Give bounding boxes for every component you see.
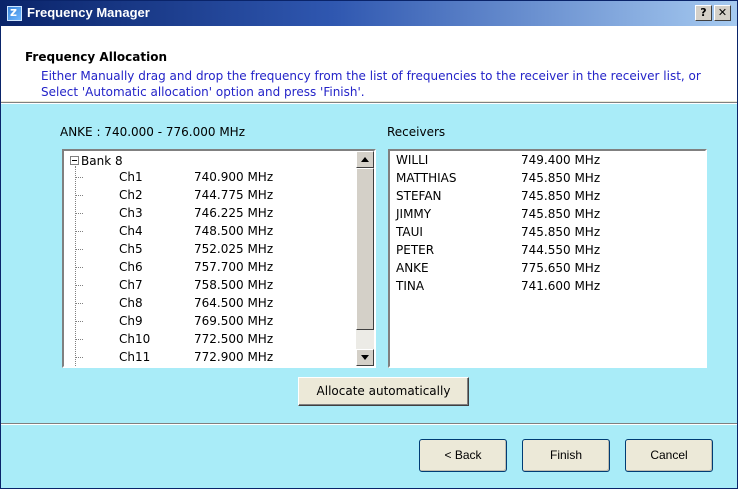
tree-connector <box>75 357 83 358</box>
bank-label: Bank 8 <box>81 154 123 168</box>
arrow-up-icon <box>361 157 369 162</box>
frequency-manager-dialog: z Frequency Manager ? ✕ Frequency Alloca… <box>0 0 738 489</box>
tree-connector <box>75 213 83 214</box>
channel-name: Ch10 <box>119 332 151 346</box>
channel-name: Ch3 <box>119 206 143 220</box>
cancel-button[interactable]: Cancel <box>625 439 713 472</box>
main-panel: ANKE : 740.000 - 776.000 MHz Receivers B… <box>1 104 737 423</box>
channel-frequency: 764.500 MHz <box>194 296 274 310</box>
tree-connector <box>75 339 83 340</box>
scroll-thumb[interactable] <box>356 168 374 330</box>
tree-connector <box>75 195 83 196</box>
allocate-automatically-button[interactable]: Allocate automatically <box>298 377 469 406</box>
frequency-tree-content: Bank 8 Ch1 740.900 MHz Ch2 744.775 MHz Ch3 74… <box>64 151 356 366</box>
receiver-frequency: 741.600 MHz <box>521 279 601 293</box>
receivers-label: Receivers <box>387 125 446 139</box>
channel-frequency: 744.775 MHz <box>194 188 274 202</box>
receiver-frequency: 745.850 MHz <box>521 171 601 185</box>
receiver-name: TINA <box>396 279 425 293</box>
frequency-tree[interactable]: Bank 8 Ch1 740.900 MHz Ch2 744.775 MHz Ch3 74… <box>62 149 376 368</box>
window-edge <box>738 0 745 495</box>
receiver-frequency: 745.850 MHz <box>521 189 601 203</box>
receiver-frequency: 744.550 MHz <box>521 243 601 257</box>
channel-frequency: 772.500 MHz <box>194 332 274 346</box>
frequency-range-label: ANKE : 740.000 - 776.000 MHz <box>60 125 246 139</box>
receiver-name: PETER <box>396 243 435 257</box>
window-title: Frequency Manager <box>27 5 150 20</box>
tree-connector <box>75 303 83 304</box>
channel-name: Ch5 <box>119 242 143 256</box>
receiver-frequency: 749.400 MHz <box>521 153 601 167</box>
scroll-up-button[interactable] <box>356 151 374 168</box>
channel-name: Ch9 <box>119 314 143 328</box>
help-button[interactable]: ? <box>695 5 712 21</box>
tree-connector <box>75 166 76 366</box>
scroll-down-button[interactable] <box>356 349 374 366</box>
receiver-frequency: 745.850 MHz <box>521 225 601 239</box>
channel-name: Ch2 <box>119 188 143 202</box>
close-button[interactable]: ✕ <box>714 5 731 21</box>
channel-frequency: 740.900 MHz <box>194 170 274 184</box>
tree-bank-node[interactable]: Bank 8 <box>70 153 123 169</box>
channel-frequency: 769.500 MHz <box>194 314 274 328</box>
finish-button[interactable]: Finish <box>522 439 610 472</box>
collapse-icon[interactable] <box>70 156 79 165</box>
channel-name: Ch11 <box>119 350 151 364</box>
channel-name: Ch8 <box>119 296 143 310</box>
channel-frequency: 757.700 MHz <box>194 260 274 274</box>
receiver-name: JIMMY <box>396 207 432 221</box>
page-description: Either Manually drag and drop the freque… <box>41 69 701 99</box>
channel-frequency: 746.225 MHz <box>194 206 274 220</box>
page-title: Frequency Allocation <box>25 50 168 64</box>
channel-frequency: 758.500 MHz <box>194 278 274 292</box>
frequency-tree-scrollbar[interactable] <box>356 151 374 366</box>
back-button[interactable]: < Back <box>419 439 507 472</box>
channel-name: Ch6 <box>119 260 143 274</box>
receiver-frequency: 745.850 MHz <box>521 207 601 221</box>
receiver-name: TAUI <box>396 225 423 239</box>
channel-frequency: 772.900 MHz <box>194 350 274 364</box>
header-panel: Frequency Allocation Either Manually dra… <box>1 26 737 101</box>
receiver-name: WILLI <box>396 153 429 167</box>
receiver-list[interactable]: WILLI 749.400 MHz MATTHIAS 745.850 MHz STEFA… <box>388 149 707 368</box>
channel-name: Ch7 <box>119 278 143 292</box>
app-icon: z <box>7 5 22 21</box>
receiver-name: ANKE <box>396 261 429 275</box>
receiver-name: MATTHIAS <box>396 171 457 185</box>
receiver-frequency: 775.650 MHz <box>521 261 601 275</box>
footer-divider <box>1 423 737 425</box>
tree-connector <box>75 249 83 250</box>
channel-name: Ch4 <box>119 224 143 238</box>
tree-connector <box>75 285 83 286</box>
channel-frequency: 748.500 MHz <box>194 224 274 238</box>
tree-connector <box>75 231 83 232</box>
title-bar[interactable]: z Frequency Manager ? ✕ <box>1 1 737 26</box>
channel-name: Ch1 <box>119 170 143 184</box>
arrow-down-icon <box>361 355 369 360</box>
tree-connector <box>75 267 83 268</box>
tree-connector <box>75 177 83 178</box>
receiver-name: STEFAN <box>396 189 442 203</box>
footer-panel: < Back Finish Cancel <box>1 423 737 488</box>
channel-frequency: 752.025 MHz <box>194 242 274 256</box>
tree-connector <box>75 321 83 322</box>
